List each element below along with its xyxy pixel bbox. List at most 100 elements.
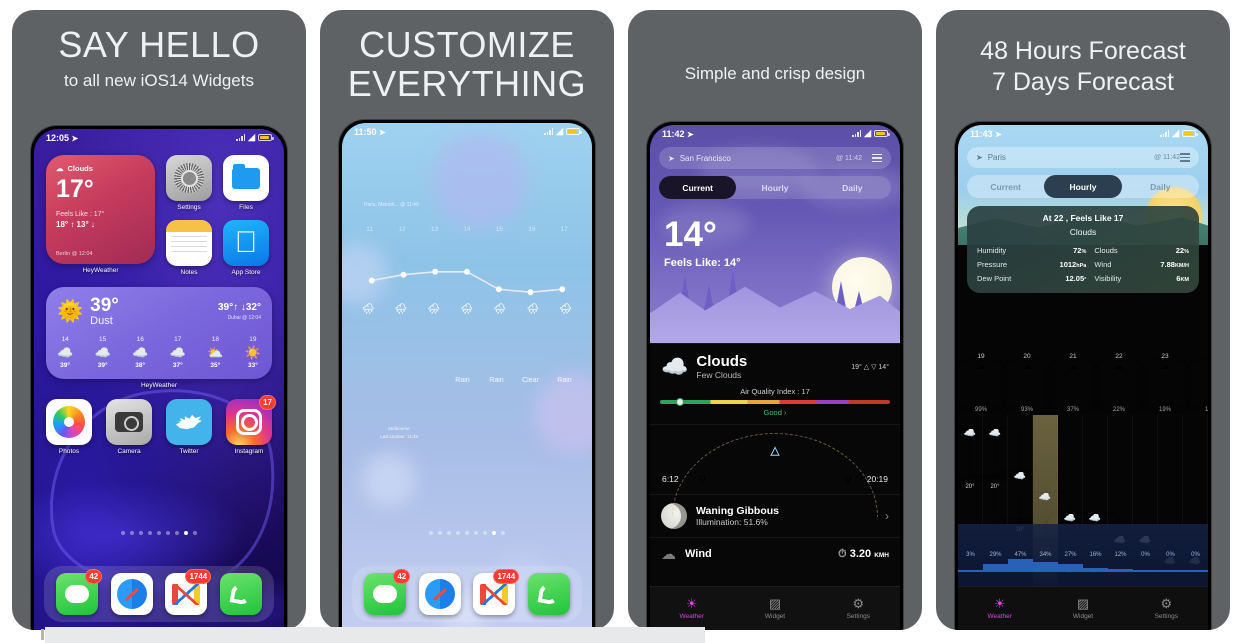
aqi-status: Good › — [763, 408, 787, 418]
view-tabs[interactable]: Current Hourly Daily — [659, 176, 891, 199]
hour-label: 15 — [99, 336, 107, 343]
app-icon-app-store[interactable]:  App Store — [223, 220, 269, 276]
sun-position-icon: ▵ — [770, 440, 780, 462]
phone-icon[interactable] — [219, 573, 262, 615]
forecast-hour: 15 ☁️ 39° — [95, 336, 111, 369]
tab-current[interactable]: Current — [967, 175, 1044, 198]
day-condition: Rain — [489, 377, 504, 384]
hour-label: 23 — [1161, 353, 1169, 360]
tab-weather[interactable]: ☀ Weather — [958, 587, 1041, 630]
wind-icon: ☁ — [661, 546, 676, 564]
location-bar[interactable]: ➤ Paris @ 11:42 — [967, 147, 1199, 168]
location-name: Paris — [987, 153, 1006, 162]
view-tabs[interactable]: Current Hourly Daily — [967, 175, 1199, 198]
tab-widget[interactable]: ▨ Widget — [1041, 587, 1124, 630]
tab-hourly[interactable]: Hourly — [1044, 175, 1122, 198]
hourly-forecast-strip: 14 ☁️ 39° 15 ☁️ 39° 16 ☁️ 38° 17 ☁️ 37° 18 ⛅ 35° 1… — [57, 336, 261, 369]
hour-label: 12 — [398, 226, 406, 233]
current-temp: 14° — [664, 215, 717, 254]
headline-primary: CUSTOMIZE — [359, 24, 575, 65]
precip-bar — [1133, 570, 1158, 572]
dock-1: 42 1744 — [44, 566, 274, 622]
tab-hourly[interactable]: Hourly — [736, 176, 813, 199]
tab-weather[interactable]: ☀ Weather — [650, 587, 733, 630]
cloud-percent: 37% — [1066, 407, 1079, 413]
safari-icon[interactable] — [110, 573, 153, 615]
condition-high-low: 19° △ ▽ 14° — [851, 363, 889, 371]
tab-widget[interactable]: ▨ Widget — [733, 587, 816, 630]
tab-daily[interactable]: Daily — [1122, 175, 1199, 198]
app-icon-photos[interactable]: Photos — [46, 399, 92, 455]
air-quality-section[interactable]: Air Quality Index : 17 Good › — [650, 387, 900, 424]
rain-icon: 🌧 — [493, 304, 507, 315]
temperature-sparkline — [362, 258, 572, 302]
cloud-icon: ☁️ — [94, 345, 111, 360]
app-icon-files[interactable]: Files — [223, 155, 269, 211]
messages-icon[interactable]: 42 — [364, 569, 411, 615]
hour-temp: 37° — [172, 362, 183, 369]
app-icon-settings[interactable]: Settings — [166, 155, 212, 211]
widget-location: Melbourne — [388, 426, 410, 431]
precip-bar — [983, 563, 1008, 572]
forecast-hour: 19 ☀️ 33° — [245, 336, 261, 369]
safari-icon[interactable] — [418, 573, 461, 615]
app-icon-instagram[interactable]: 17 Instagram — [226, 395, 276, 455]
app-label: App Store — [231, 269, 261, 276]
weather-app-screen: 11:42 ➤ ◢ ➤ San Francisco @ 11:42 Curren… — [650, 125, 900, 630]
hour-label: 19 — [249, 336, 257, 343]
hour-label: 20 — [1023, 353, 1031, 360]
cloud-icon: ☁ — [958, 361, 1004, 407]
list-icon[interactable] — [872, 153, 882, 163]
status-bar-1: 12:05 ➤ ◢ — [34, 129, 284, 146]
headline-primary: SAY HELLO — [58, 24, 260, 65]
notes-icon — [166, 220, 212, 266]
page-indicator-dots[interactable] — [342, 531, 592, 535]
notification-badge: 17 — [259, 395, 276, 410]
cloud-percent: 19% — [1204, 407, 1208, 413]
metric-value: 7.88KM/H — [1160, 259, 1189, 269]
page-indicator-dots[interactable] — [34, 531, 284, 535]
hourly-forecast-chart[interactable]: 19☁99%20☁93%21☁37%22☁22%23☁19%0☁19%1☁16%… — [958, 351, 1208, 586]
forecast-hour: 17 ☁️ 37° — [170, 336, 186, 369]
wind-row[interactable]: ☁ Wind ⏱ 3.20 KMH — [650, 537, 900, 570]
precip-bar — [1158, 570, 1183, 572]
gauge-icon: ⏱ — [838, 547, 847, 560]
list-icon[interactable] — [1180, 151, 1190, 163]
day-condition: Clear — [522, 377, 539, 384]
precip-bar — [1183, 570, 1208, 572]
precip-bar — [1008, 558, 1033, 572]
gmail-icon[interactable]: 1744 — [165, 569, 212, 615]
weather-widget-small[interactable]: ☁ Clouds 17° Feels Like : 17° 18° ↑ 13° … — [46, 155, 155, 264]
messages-icon[interactable]: 42 — [56, 569, 103, 615]
widget-condition: Clouds — [67, 164, 93, 173]
sunrise-sunset-arc: ▵ ⚲ ⚲ 6:12 20:19 — [650, 424, 900, 518]
rain-icon: 🌧 — [427, 304, 441, 315]
app-icon-camera[interactable]: Camera — [106, 399, 152, 455]
app-icon-twitter[interactable]: Twitter — [166, 399, 212, 455]
app-label: Photos — [58, 448, 80, 455]
cellular-signal-icon — [544, 128, 554, 135]
tab-daily[interactable]: Daily — [814, 176, 891, 199]
wifi-icon: ◢ — [248, 132, 255, 142]
location-bar[interactable]: ➤ San Francisco @ 11:42 — [659, 147, 891, 169]
location-arrow-icon: ➤ — [976, 153, 983, 162]
metric-key: Clouds — [1094, 245, 1118, 255]
status-time: 11:50 — [354, 126, 377, 137]
phone-mockup-3: 11:42 ➤ ◢ ➤ San Francisco @ 11:42 Curren… — [647, 122, 903, 630]
gmail-icon[interactable]: 1744 — [473, 569, 520, 615]
tab-settings[interactable]: ⚙ Settings — [817, 587, 900, 630]
battery-icon — [874, 130, 890, 137]
precip-bar — [958, 570, 983, 572]
cloud-percent: 22% — [1112, 407, 1125, 413]
panel-2-headline: CUSTOMIZE EVERYTHING — [320, 10, 614, 104]
weather-widget-medium[interactable]: 🌞 39° Dust 39°↑ ↓32° Dubai @ 12:04 14 ☁️… — [46, 287, 272, 379]
phone-icon[interactable] — [527, 573, 570, 615]
gear-icon: ⚙ — [1160, 596, 1173, 611]
app-screenshot-panel-2: CUSTOMIZE EVERYTHING 11:50 ➤ ◢ Paris, Me… — [320, 10, 614, 630]
widget-icon: ▨ — [1076, 596, 1090, 611]
tab-label: Widget — [764, 613, 786, 620]
tab-settings[interactable]: ⚙ Settings — [1125, 587, 1208, 630]
wifi-icon: ◢ — [1172, 128, 1179, 138]
app-icon-notes[interactable]: Notes — [166, 220, 212, 276]
tab-current[interactable]: Current — [659, 176, 737, 199]
